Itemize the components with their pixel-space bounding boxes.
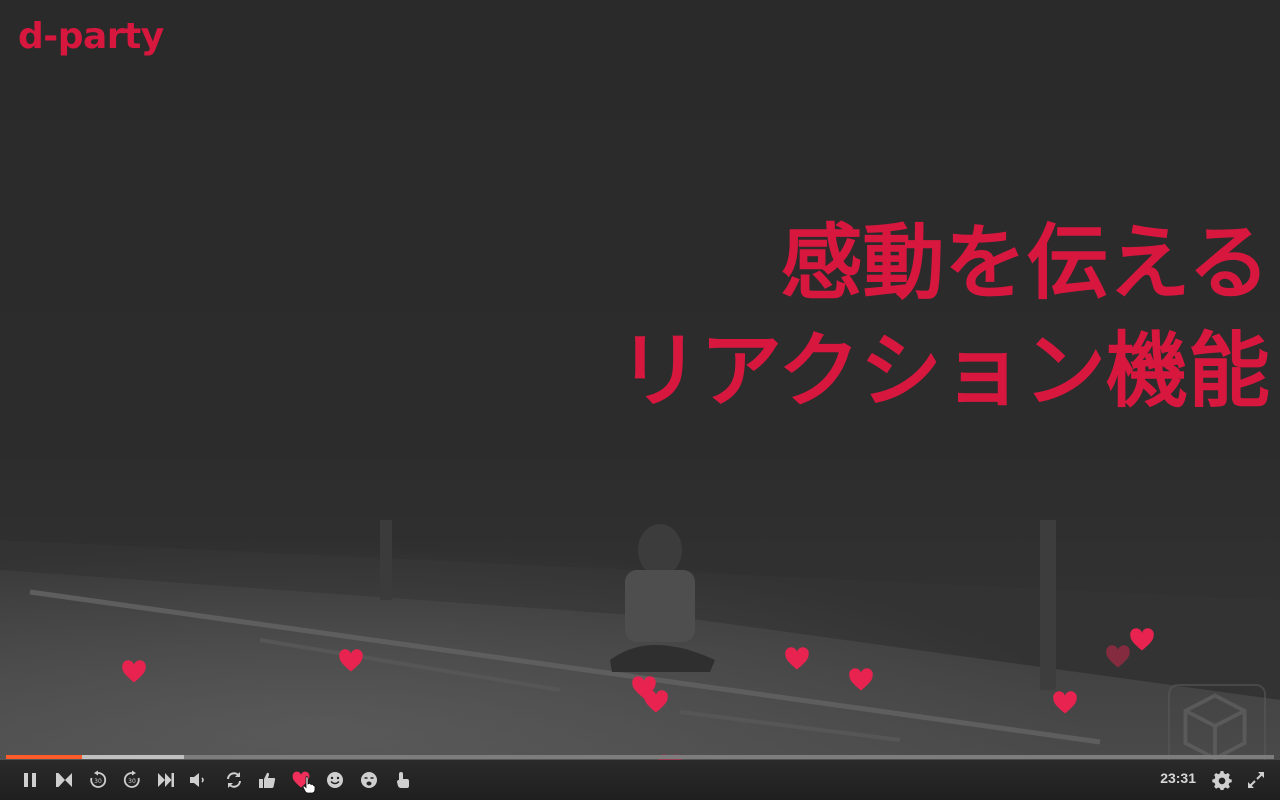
reaction-smile-button[interactable] <box>324 769 346 791</box>
promo-headline: 感動を伝える リアクション機能 <box>618 210 1270 426</box>
reaction-clap-button[interactable] <box>392 769 414 791</box>
skip-next-icon <box>158 773 174 787</box>
volume-button[interactable] <box>187 769 209 791</box>
video-area[interactable]: d-party 感動を伝える リアクション機能 <box>0 0 1280 800</box>
fullscreen-button[interactable] <box>1245 769 1267 791</box>
reaction-cry-button[interactable] <box>358 769 380 791</box>
fullscreen-icon <box>1248 772 1264 788</box>
headline-line-2: リアクション機能 <box>618 324 1270 419</box>
loop-button[interactable] <box>223 769 245 791</box>
volume-icon <box>190 773 204 787</box>
brand-logo: d-party <box>18 16 164 57</box>
crying-face-icon <box>361 772 377 788</box>
forward-30-icon: 30 <box>123 770 140 788</box>
mouse-cursor-icon <box>302 776 316 794</box>
clap-hand-icon <box>397 772 409 788</box>
pause-icon <box>24 773 36 787</box>
played-bar <box>6 755 83 759</box>
loop-icon <box>227 772 241 788</box>
floating-heart-icon <box>642 688 670 716</box>
floating-heart-icon <box>783 645 811 673</box>
seek-bar[interactable] <box>6 755 1274 759</box>
floating-heart-icon <box>120 658 148 686</box>
skip-previous-icon <box>56 773 72 787</box>
headline-line-1: 感動を伝える <box>780 216 1270 311</box>
svg-text:30: 30 <box>94 778 102 785</box>
player-controls: 30 30 23:31 <box>0 760 1280 800</box>
rewind-30-icon: 30 <box>90 770 107 788</box>
settings-button[interactable] <box>1211 769 1233 791</box>
forward-30-button[interactable]: 30 <box>121 769 143 791</box>
rewind-30-button[interactable]: 30 <box>87 769 109 791</box>
floating-heart-icon <box>337 647 365 675</box>
current-time: 23:31 <box>1160 770 1196 786</box>
pause-button[interactable] <box>19 769 41 791</box>
gear-icon <box>1212 771 1232 790</box>
floating-heart-icon <box>847 666 875 694</box>
svg-text:30: 30 <box>128 778 136 785</box>
floating-heart-icon <box>1128 626 1156 654</box>
floating-heart-icon <box>1051 689 1079 717</box>
next-button[interactable] <box>155 769 177 791</box>
smile-icon <box>327 772 343 788</box>
reaction-like-button[interactable] <box>256 769 278 791</box>
thumbs-up-icon <box>259 772 276 788</box>
previous-button[interactable] <box>53 769 75 791</box>
